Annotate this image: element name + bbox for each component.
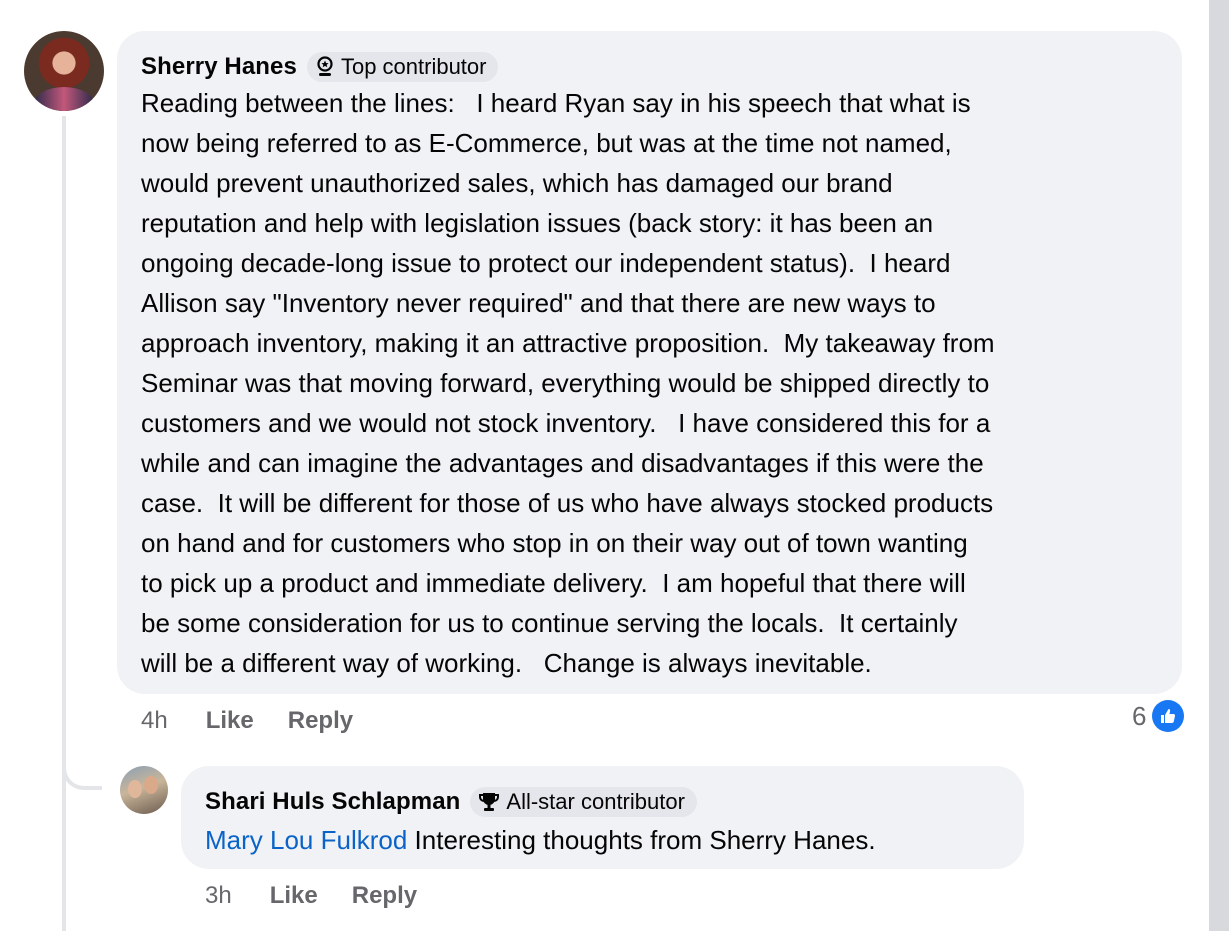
reply-timestamp[interactable]: 3h	[205, 882, 232, 910]
avatar[interactable]	[24, 31, 104, 111]
trophy-icon	[479, 793, 500, 811]
reply-reply-button[interactable]: Reply	[352, 882, 417, 910]
reply-bubble: Shari Huls Schlapman All-star contributo…	[181, 766, 1024, 869]
reply-button[interactable]: Reply	[288, 707, 353, 735]
thread-line	[62, 116, 66, 931]
like-reaction-icon	[1152, 700, 1185, 732]
reaction-summary[interactable]: 6	[1132, 700, 1185, 732]
comment-bubble: Sherry Hanes Top contributor Reading bet…	[117, 31, 1182, 694]
comment-timestamp[interactable]: 4h	[141, 707, 168, 735]
top-contributor-icon	[317, 56, 333, 76]
reply-author[interactable]: Shari Huls Schlapman	[205, 788, 460, 816]
comment-author[interactable]: Sherry Hanes	[141, 53, 297, 81]
reply-actions: 3h Like Reply	[205, 879, 451, 913]
badge-label: All-star contributor	[506, 789, 685, 814]
scrollbar[interactable]	[1209, 0, 1229, 931]
badge-label: Top contributor	[340, 54, 487, 79]
mention-link[interactable]: Mary Lou Fulkrod	[205, 825, 407, 855]
reaction-count: 6	[1132, 700, 1147, 731]
top-contributor-badge[interactable]: Top contributor	[306, 52, 499, 82]
comment-actions: 4h Like Reply	[141, 704, 387, 738]
avatar[interactable]	[120, 766, 168, 814]
reply-text: Interesting thoughts from Sherry Hanes.	[407, 825, 876, 855]
reply-connector	[62, 740, 102, 790]
comment-text: Reading between the lines: I heard Ryan …	[141, 88, 995, 678]
reply-like-button[interactable]: Like	[270, 882, 318, 910]
like-button[interactable]: Like	[206, 707, 254, 735]
all-star-contributor-badge[interactable]: All-star contributor	[470, 787, 697, 817]
